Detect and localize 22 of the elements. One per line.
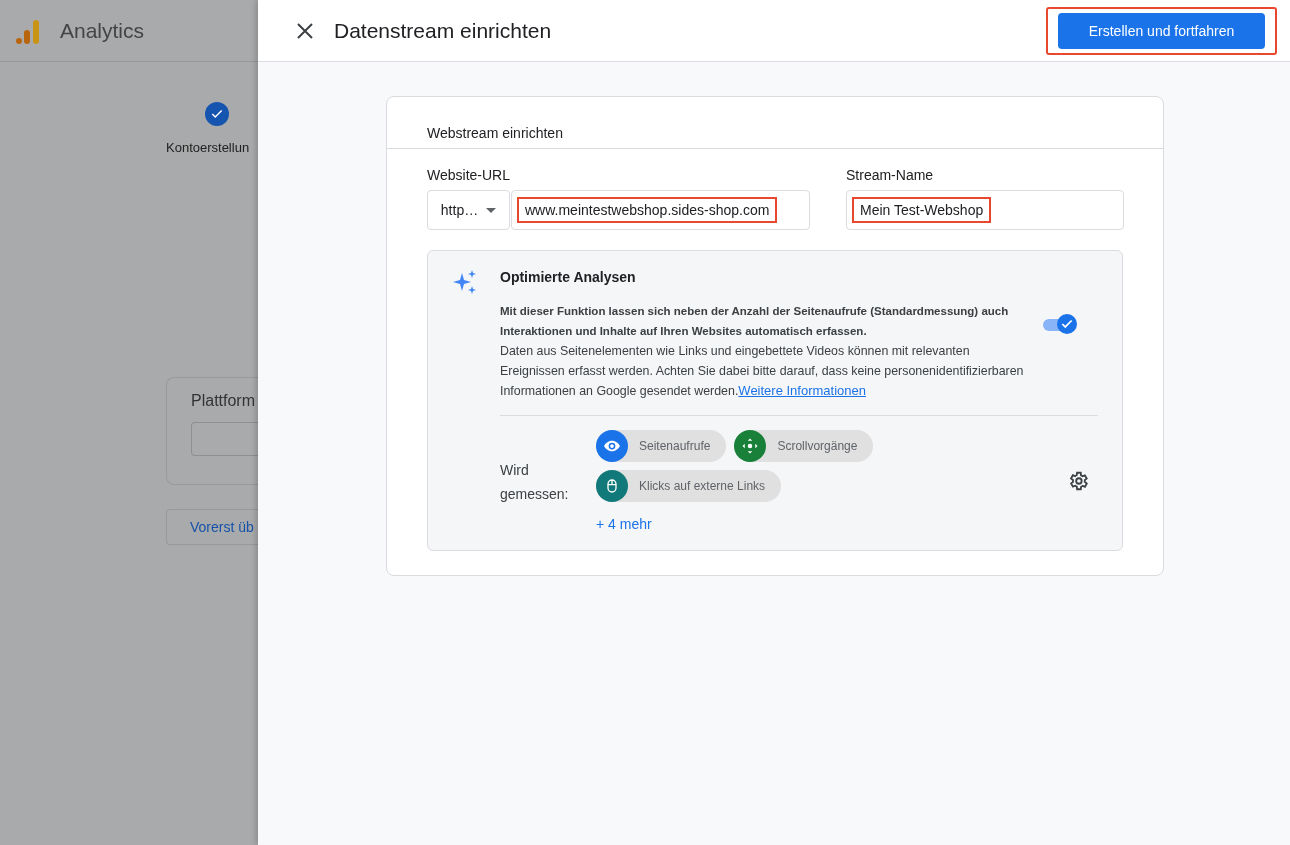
step-label: Kontoerstellun [166, 140, 250, 155]
sparkle-icon [452, 269, 478, 295]
measured-label: Wird gemessen: [500, 460, 570, 504]
check-icon [1060, 317, 1074, 331]
platform-title: Plattform [191, 392, 256, 410]
dialog-title: Datenstream einrichten [334, 18, 553, 43]
url-field[interactable]: www.meintestwebshop.sides-shop.com [511, 190, 810, 230]
description-text: Mit dieser Funktion lassen sich neben der Anzahl der Seitenaufrufe (Standardmessung) auch Interaktionen und Inhalte auf Ihren Websites automatisch erfassen. Daten aus Seitenelementen wie Links und eingebettete Videos können mit relevanten Ereignissen erfasst werden. Achten Sie dabei bitte darauf, dass keine personenidentifizierbaren Informationen an Google gesendet werden.Weitere Informationen [500, 304, 1025, 400]
event-chip: Klicks auf externe Links [596, 470, 782, 502]
section-title: Optimierte Analysen [500, 269, 637, 285]
more-link[interactable]: + 4 mehr [596, 516, 652, 532]
create-continue-button[interactable]: Erstellen und fortfahren [1058, 12, 1265, 49]
app-name: Analytics [60, 18, 145, 43]
more-info-link[interactable]: Weitere Informationen [738, 383, 866, 398]
event-chip: Scrollvorgänge [734, 430, 874, 462]
card-title: Webstream einrichten [427, 124, 563, 141]
field-label: Website-URL [427, 167, 511, 183]
caret-icon [486, 207, 497, 213]
event-chip: Seitenaufrufe [596, 430, 727, 462]
protocol-dropdown[interactable]: http… [427, 190, 510, 230]
field-label: Stream-Name [846, 167, 935, 183]
stream-name-field[interactable]: Mein Test-Webshop [846, 190, 1124, 230]
